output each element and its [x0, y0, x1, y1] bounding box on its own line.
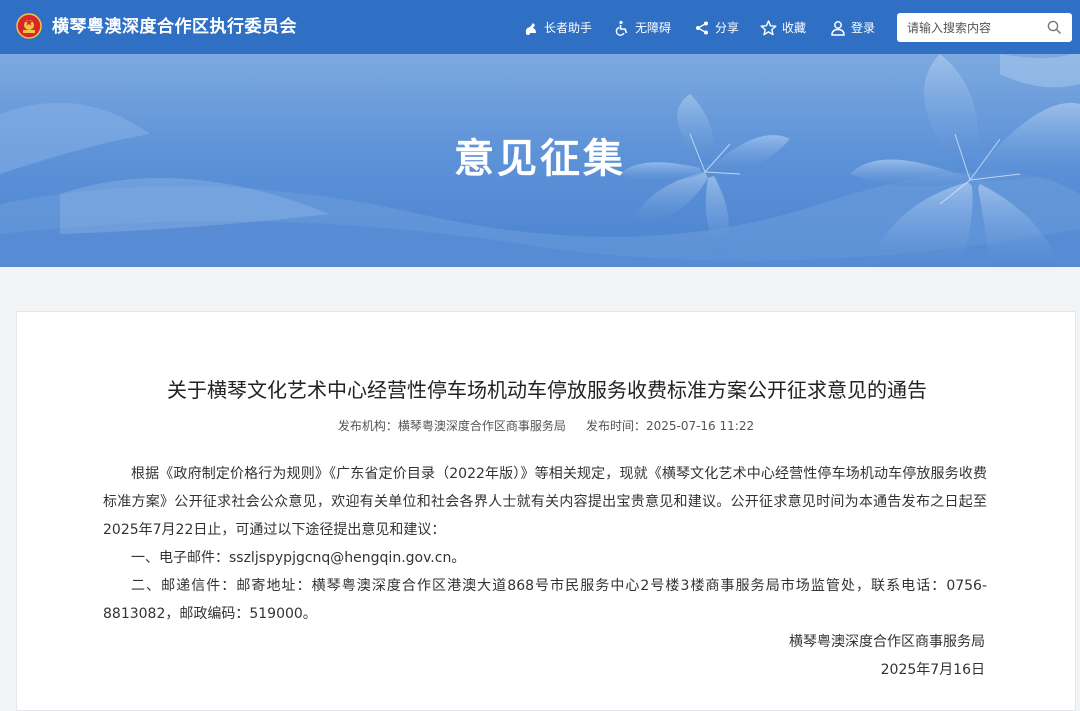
nav-elder-label: 长者助手: [544, 21, 593, 35]
emblem-logo[interactable]: [16, 13, 42, 39]
share-icon: [696, 21, 708, 35]
paragraph-mail: 二、邮递信件：邮寄地址：横琴粤澳深度合作区港澳大道868号市民服务中心2号楼3楼…: [103, 578, 987, 622]
paragraph-email: 一、电子邮件：sszljspypjgcnq@hengqin.gov.cn。: [131, 550, 466, 566]
nav-accessibility[interactable]: 无障碍: [614, 18, 671, 38]
user-icon: [831, 21, 845, 36]
nav-share-label: 分享: [715, 21, 740, 35]
publisher-value: 横琴粤澳深度合作区商事服务局: [397, 419, 566, 433]
nav-login[interactable]: 登录: [830, 18, 875, 38]
publish-time-value: 2025-07-16 11:22: [645, 419, 755, 433]
nav-login-label: 登录: [851, 21, 876, 35]
banner-title: 意见征集: [454, 136, 626, 182]
paragraph-intro: 根据《政府制定价格行为规则》《广东省定价目录（2022年版）》等相关规定，现就《…: [103, 466, 987, 538]
article-body: 根据《政府制定价格行为规则》《广东省定价目录（2022年版）》等相关规定，现就《…: [103, 460, 987, 628]
publisher: 发布机构：横琴粤澳深度合作区商事服务局: [338, 419, 566, 433]
signature-org: 横琴粤澳深度合作区商事服务局: [789, 634, 985, 650]
nav-elder-helper[interactable]: 长者助手: [523, 18, 592, 38]
nav-favorite-label: 收藏: [782, 21, 807, 35]
site-title[interactable]: 横琴粤澳深度合作区执行委员会: [52, 16, 297, 38]
nav-share[interactable]: 分享: [694, 18, 739, 38]
top-header: 横琴粤澳深度合作区执行委员会 长者助手 无障碍 分享 收藏 登录 请输入搜索内容: [0, 0, 1080, 54]
signature-block: 横琴粤澳深度合作区商事服务局 2025年7月16日: [789, 628, 985, 684]
nav-favorite[interactable]: 收藏: [760, 18, 806, 38]
publish-time-label: 发布时间：: [585, 419, 646, 433]
signature-date: 2025年7月16日: [880, 662, 985, 678]
nav-accessibility-label: 无障碍: [635, 21, 672, 35]
article-card: 关于横琴文化艺术中心经营性停车场机动车停放服务收费标准方案公开征求意见的通告 发…: [16, 311, 1076, 711]
publisher-label: 发布机构：: [337, 419, 398, 433]
elder-helper-icon: [525, 23, 536, 35]
search-input[interactable]: [897, 13, 1072, 42]
star-icon: [760, 20, 777, 36]
banner: 意见征集: [0, 54, 1080, 267]
article-meta: 发布机构：横琴粤澳深度合作区商事服务局 发布时间：2025-07-16 11:22: [17, 417, 1075, 435]
wheelchair-icon: [615, 20, 628, 36]
publish-time: 发布时间：2025-07-16 11:22: [586, 419, 754, 433]
search-icon[interactable]: [1047, 20, 1062, 35]
article-title: 关于横琴文化艺术中心经营性停车场机动车停放服务收费标准方案公开征求意见的通告: [167, 378, 927, 402]
